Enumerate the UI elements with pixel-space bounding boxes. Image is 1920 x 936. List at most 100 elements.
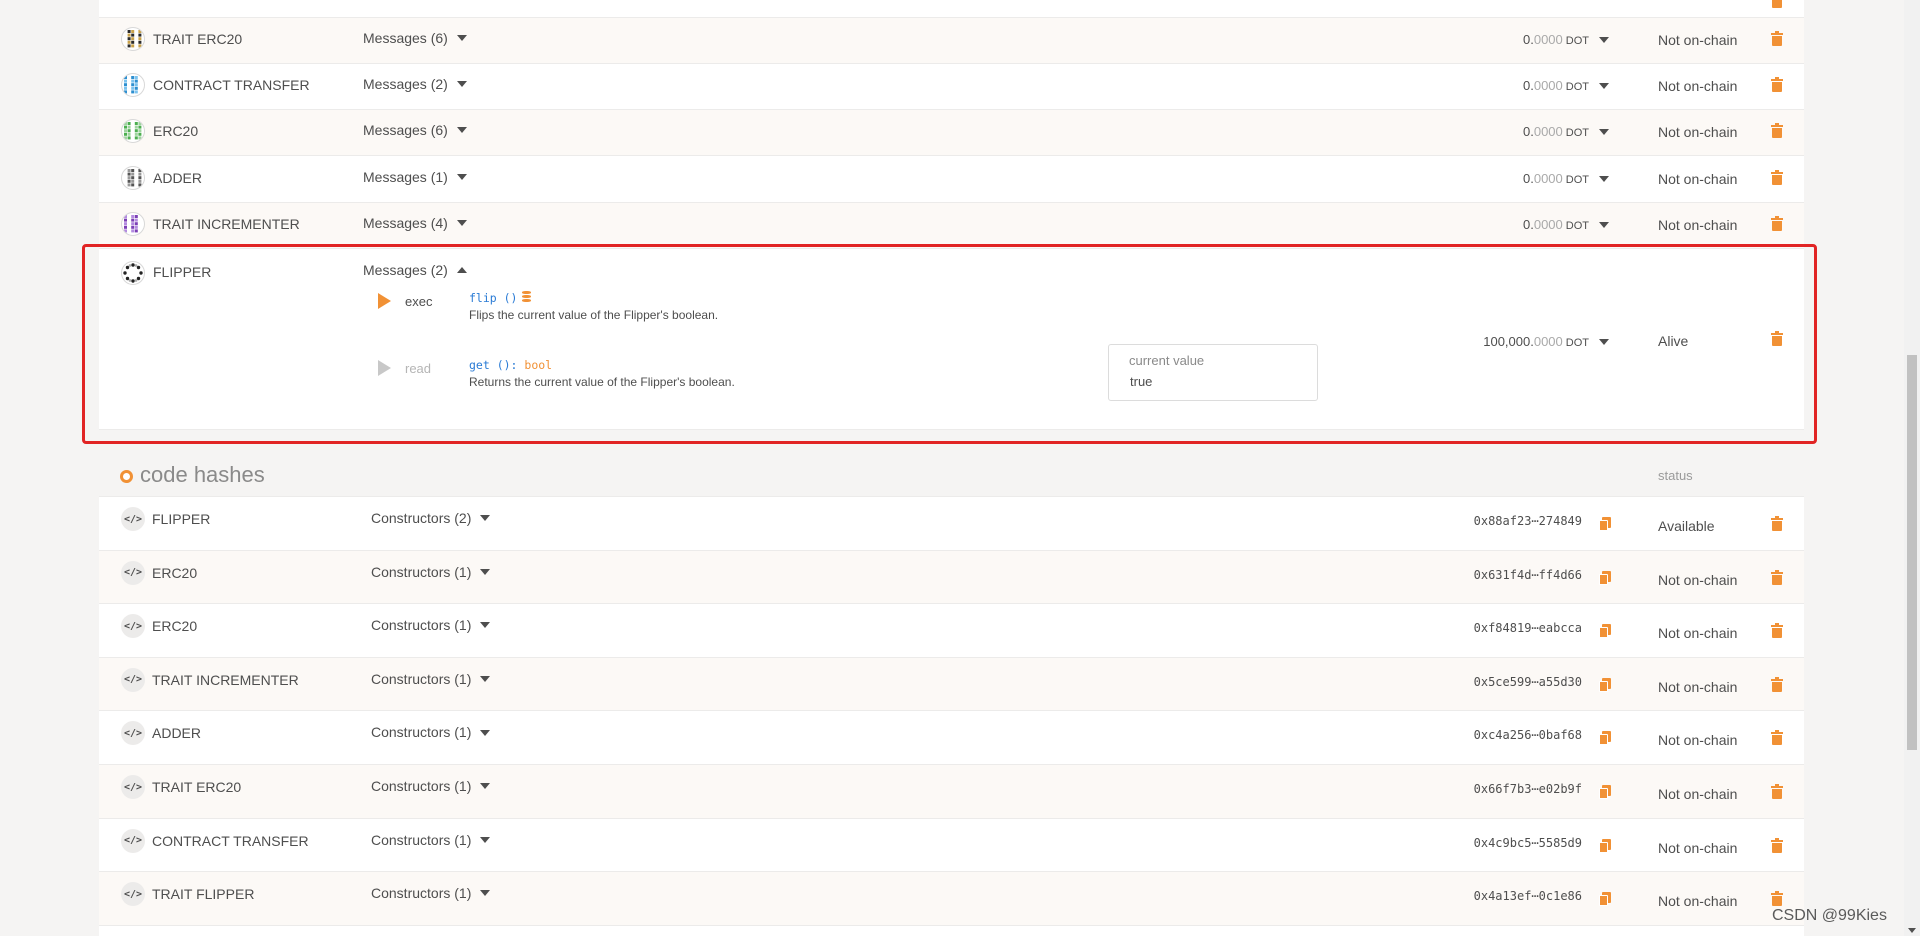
flip-fn-name: flip (469, 291, 497, 305)
contract-identicon-icon (121, 119, 145, 143)
current-value-box: current value true (1108, 344, 1318, 401)
trash-icon[interactable] (1771, 0, 1783, 8)
trash-icon[interactable] (1771, 837, 1783, 853)
balance[interactable]: 0.0000 DOT (1523, 124, 1609, 139)
messages-toggle[interactable]: Messages (2) (363, 262, 467, 278)
trash-icon[interactable] (1771, 123, 1783, 138)
balance[interactable]: 0.0000 DOT (1523, 78, 1609, 93)
messages-label: Messages (6) (363, 122, 448, 138)
contract-name: TRAIT ERC20 (153, 31, 243, 47)
trash-icon[interactable] (1771, 170, 1783, 185)
current-value-label: current value (1129, 353, 1205, 368)
messages-toggle[interactable]: Messages (1) (363, 169, 467, 185)
copy-icon[interactable] (1599, 731, 1611, 746)
contract-name: ADDER (153, 170, 203, 186)
copy-icon[interactable] (1599, 517, 1611, 531)
constructors-label: Constructors (1) (371, 885, 472, 902)
contract-row: ERC20 Messages (6) 0.0000 DOT Not on-chai… (99, 110, 1804, 156)
copy-icon[interactable] (1599, 677, 1611, 692)
flipper-identicon-icon (121, 261, 145, 285)
constructors-label: Constructors (1) (371, 617, 472, 634)
trash-icon[interactable] (1771, 891, 1783, 907)
copy-icon[interactable] (1599, 892, 1611, 907)
scrollbar-thumb[interactable] (1907, 355, 1917, 750)
chevron-down-icon (480, 783, 491, 790)
code-name: ERC20 (152, 618, 198, 635)
messages-toggle[interactable]: Messages (2) (363, 76, 467, 92)
scrollbar[interactable] (1904, 0, 1920, 936)
constructors-toggle[interactable]: Constructors (2) (371, 510, 491, 526)
status-label: Not on-chain (1658, 678, 1738, 695)
code-hash-row: </> ERC20 Constructors (1) 0x631f4d⋯ff4d… (99, 550, 1804, 605)
code-hash: 0x4a13ef⋯0c1e86 (1473, 889, 1582, 904)
constructors-toggle[interactable]: Constructors (1) (371, 778, 491, 794)
chevron-down-icon (456, 127, 467, 134)
code-hash-row: </> ADDER Constructors (1) 0xc4a256⋯0baf… (99, 711, 1804, 765)
trash-icon[interactable] (1771, 516, 1783, 531)
balance-unit: DOT (1565, 127, 1589, 139)
code-hash-row: </> FLIPPER Constructors (2) 0x88af23⋯27… (99, 497, 1804, 551)
messages-toggle[interactable]: Messages (4) (363, 215, 467, 231)
constructors-toggle[interactable]: Constructors (1) (371, 617, 491, 634)
trash-icon[interactable] (1771, 730, 1783, 746)
balance-dec: 0000 (1533, 32, 1563, 47)
status-label: Not on-chain (1658, 839, 1738, 856)
copy-icon[interactable] (1599, 785, 1611, 799)
watermark: CSDN @99Kies (1772, 907, 1887, 924)
status-header: status (1658, 468, 1693, 483)
code-name: FLIPPER (152, 511, 211, 527)
trash-icon[interactable] (1771, 569, 1783, 585)
chevron-down-icon (480, 622, 491, 629)
status-label: Not on-chain (1658, 78, 1738, 94)
balance[interactable]: 0.0000 DOT (1523, 171, 1609, 186)
contract-row: ADDER Messages (1) 0.0000 DOT Not on-chai… (99, 157, 1804, 203)
messages-toggle[interactable]: Messages (6) (363, 30, 467, 46)
section-bullet-icon (120, 470, 133, 483)
trash-icon[interactable] (1771, 31, 1783, 46)
chevron-up-icon (456, 267, 467, 274)
read-label: read (405, 361, 432, 376)
code-name: ADDER (152, 725, 202, 742)
play-icon[interactable] (378, 360, 391, 376)
contract-row: CONTRACT TRANSFER Messages (2) 0.0000 DOT… (99, 64, 1804, 110)
constructors-label: Constructors (1) (371, 724, 472, 741)
constructors-toggle[interactable]: Constructors (1) (371, 671, 491, 687)
copy-icon[interactable] (1599, 624, 1611, 639)
balance[interactable]: 0.0000 DOT (1523, 217, 1609, 232)
scroll-down-icon[interactable] (1908, 928, 1916, 933)
chevron-down-icon (1599, 175, 1609, 182)
code-name: CONTRACT TRANSFER (152, 832, 309, 849)
copy-icon[interactable] (1599, 838, 1611, 853)
messages-label: Messages (6) (363, 30, 448, 46)
play-icon[interactable] (378, 293, 391, 309)
trash-icon[interactable] (1771, 77, 1783, 92)
code-name: TRAIT ERC20 (152, 779, 242, 795)
trash-icon[interactable] (1771, 216, 1783, 231)
messages-toggle[interactable]: Messages (6) (363, 122, 467, 138)
trash-icon[interactable] (1771, 784, 1783, 799)
constructors-label: Constructors (2) (371, 510, 472, 526)
status-label: Not on-chain (1658, 124, 1738, 140)
chevron-down-icon (480, 676, 491, 683)
constructors-toggle[interactable]: Constructors (1) (371, 885, 491, 902)
balance[interactable]: 100,000.0000 DOT (1483, 334, 1609, 349)
trash-icon[interactable] (1771, 331, 1783, 346)
code-name: ERC20 (152, 564, 198, 581)
chevron-down-icon (456, 81, 467, 88)
trash-icon[interactable] (1771, 676, 1783, 692)
trash-icon[interactable] (1771, 623, 1783, 639)
chevron-down-icon (1599, 36, 1609, 43)
constructors-toggle[interactable]: Constructors (1) (371, 831, 491, 848)
balance-unit: DOT (1565, 174, 1589, 186)
messages-label: Messages (1) (363, 169, 448, 185)
copy-icon[interactable] (1599, 570, 1611, 585)
code-hash: 0x88af23⋯274849 (1473, 514, 1582, 528)
constructors-label: Constructors (1) (371, 831, 472, 848)
contracts-panel: TRAIT ERC20 Messages (6) 0.0000 DOT Not o… (99, 0, 1804, 430)
constructors-toggle[interactable]: Constructors (1) (371, 564, 491, 580)
code-hash: 0xf84819⋯eabcca (1473, 621, 1582, 636)
balance-dec: 0000 (1533, 171, 1563, 186)
constructors-toggle[interactable]: Constructors (1) (371, 724, 491, 741)
get-fn-sig: (): (489, 358, 525, 372)
balance[interactable]: 0.0000 DOT (1523, 32, 1609, 47)
